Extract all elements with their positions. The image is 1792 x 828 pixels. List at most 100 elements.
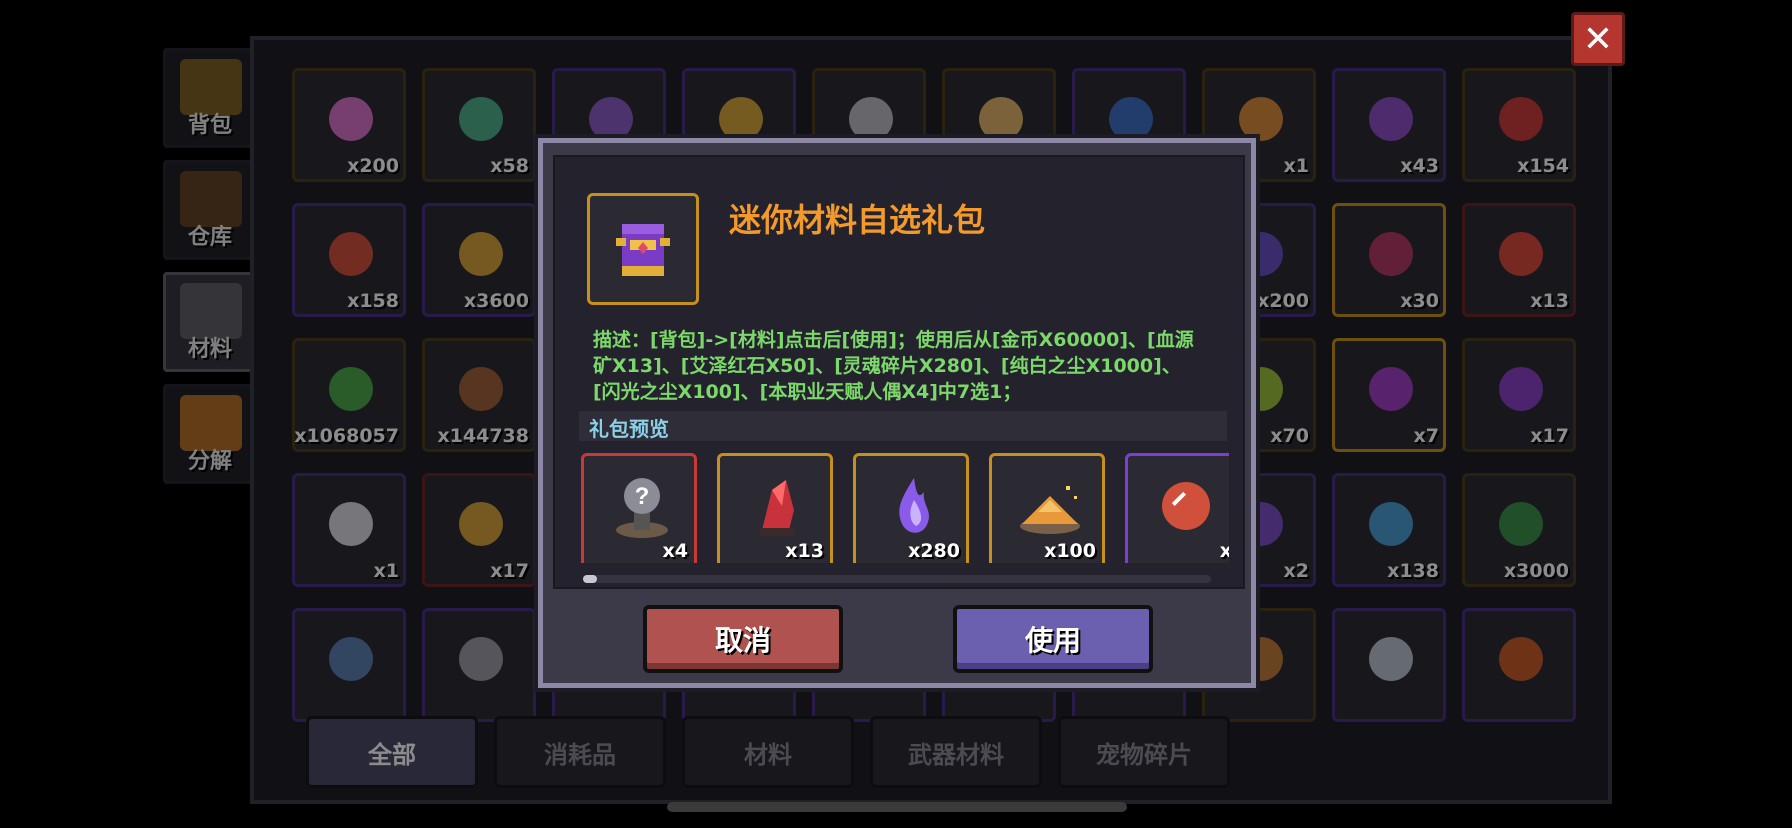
gift-pack-icon-frame <box>587 193 699 305</box>
green-slime-coin-icon <box>329 367 373 411</box>
close-button[interactable]: ✕ <box>1571 12 1625 66</box>
side-tab-bar: 背包 仓库 材料 分解 <box>163 48 263 496</box>
item-quantity: x2 <box>1283 560 1309 582</box>
green-house-coin-icon <box>1499 502 1543 546</box>
item-quantity: x17 <box>1530 425 1569 447</box>
filter-tab-4[interactable]: 宠物碎片 <box>1058 716 1230 788</box>
item-quantity: x3600 <box>463 290 529 312</box>
lantern-icon <box>1499 637 1543 681</box>
inventory-slot[interactable] <box>1332 608 1446 722</box>
leather-hide-icon <box>459 367 503 411</box>
filter-tab-3[interactable]: 武器材料 <box>870 716 1042 788</box>
blob-icon <box>1369 637 1413 681</box>
item-quantity: x200 <box>347 155 399 177</box>
blue-note-icon <box>1109 97 1153 141</box>
inventory-slot[interactable] <box>1462 608 1576 722</box>
item-quantity: x13 <box>1530 290 1569 312</box>
red-orb-icon <box>329 232 373 276</box>
preview-header: 礼包预览 <box>579 411 1227 441</box>
wand-icon <box>329 637 373 681</box>
item-quantity: x158 <box>347 290 399 312</box>
reward-slot[interactable]: ? x4 <box>581 453 697 563</box>
side-tab-label: 材料 <box>187 337 232 362</box>
item-quantity: x144738 <box>437 425 529 447</box>
inventory-slot[interactable]: x3600 <box>422 203 536 317</box>
inventory-slot[interactable]: x154 <box>1462 68 1576 182</box>
scrollbar-thumb[interactable] <box>583 575 597 583</box>
side-tab-label: 分解 <box>187 449 232 474</box>
reward-slot[interactable]: x280 <box>853 453 969 563</box>
side-tab-1[interactable]: 仓库 <box>163 160 257 260</box>
reward-quantity: x <box>1219 540 1229 562</box>
side-tab-0[interactable]: 背包 <box>163 48 257 148</box>
reward-preview-list[interactable]: ? x4 x13 x280 x100 x <box>581 447 1229 563</box>
inventory-slot[interactable]: x30 <box>1332 203 1446 317</box>
gold-coin-icon <box>719 97 763 141</box>
item-quantity: x70 <box>1270 425 1309 447</box>
inventory-slot[interactable]: x17 <box>422 473 536 587</box>
green-coin-icon <box>459 97 503 141</box>
item-quantity: x1 <box>373 560 399 582</box>
reward-slot[interactable]: x <box>1125 453 1229 563</box>
svg-text:?: ? <box>635 483 650 510</box>
inventory-slot[interactable]: x1 <box>292 473 406 587</box>
inventory-slot[interactable]: x43 <box>1332 68 1446 182</box>
talent-doll-icon: ? <box>616 478 668 538</box>
inventory-slot[interactable]: x138 <box>1332 473 1446 587</box>
key-icon <box>1239 97 1283 141</box>
filter-tab-0[interactable]: 全部 <box>306 716 478 788</box>
item-quantity: x3000 <box>1503 560 1569 582</box>
gift-book-icon <box>1499 367 1543 411</box>
item-quantity: x138 <box>1387 560 1439 582</box>
cancel-button[interactable]: 取消 <box>643 605 843 673</box>
reward-quantity: x13 <box>785 540 824 562</box>
blood-ore-icon <box>760 480 794 536</box>
red-orb-icon <box>1162 482 1210 530</box>
reward-quantity: x280 <box>908 540 960 562</box>
item-quantity: x200 <box>1257 290 1309 312</box>
item-quantity: x1 <box>1283 155 1309 177</box>
preview-label: 礼包预览 <box>589 417 669 441</box>
reward-quantity: x100 <box>1044 540 1096 562</box>
inventory-slot[interactable]: x1068057 <box>292 338 406 452</box>
inventory-slot[interactable]: x58 <box>422 68 536 182</box>
inventory-slot[interactable]: x158 <box>292 203 406 317</box>
inventory-slot[interactable]: x200 <box>292 68 406 182</box>
reward-quantity: x4 <box>662 540 688 562</box>
side-tab-2[interactable]: 材料 <box>163 272 257 372</box>
gift-pack-dialog: 迷你材料自选礼包 描述：[背包]->[材料]点击后[使用]；使用后从[金币X60… <box>538 138 1256 688</box>
inventory-slot[interactable] <box>422 608 536 722</box>
use-button[interactable]: 使用 <box>953 605 1153 673</box>
medal-icon <box>459 232 503 276</box>
inventory-slot[interactable]: x13 <box>1462 203 1576 317</box>
rainbow-leaf-icon <box>1369 502 1413 546</box>
inventory-slot[interactable]: x17 <box>1462 338 1576 452</box>
gold-trophy-icon <box>459 502 503 546</box>
inventory-slot[interactable]: x3000 <box>1462 473 1576 587</box>
filter-tab-2[interactable]: 材料 <box>682 716 854 788</box>
item-quantity: x7 <box>1413 425 1439 447</box>
goggles-icon <box>459 637 503 681</box>
item-quantity: x17 <box>490 560 529 582</box>
filter-tab-1[interactable]: 消耗品 <box>494 716 666 788</box>
home-indicator <box>667 802 1127 812</box>
dialog-description: 描述：[背包]->[材料]点击后[使用]；使用后从[金币X60000]、[血源矿… <box>593 329 1194 403</box>
inventory-slot[interactable]: x7 <box>1332 338 1446 452</box>
reward-slot[interactable]: x13 <box>717 453 833 563</box>
white-egg-icon <box>329 502 373 546</box>
inventory-slot[interactable]: x144738 <box>422 338 536 452</box>
inventory-slot[interactable] <box>292 608 406 722</box>
heart-icon <box>1499 232 1543 276</box>
item-quantity: x58 <box>490 155 529 177</box>
side-tab-3[interactable]: 分解 <box>163 384 257 484</box>
dialog-title: 迷你材料自选礼包 <box>729 201 986 239</box>
preview-scrollbar[interactable] <box>583 575 1211 583</box>
dialog-content: 迷你材料自选礼包 描述：[背包]->[材料]点击后[使用]；使用后从[金币X60… <box>553 155 1245 589</box>
shining-dust-icon <box>1020 486 1080 534</box>
purple-lock-icon <box>1369 97 1413 141</box>
reward-slot[interactable]: x100 <box>989 453 1105 563</box>
soul-flame-icon <box>899 478 929 533</box>
lightning-battery-icon <box>1369 367 1413 411</box>
sand-pile-icon <box>979 97 1023 141</box>
item-quantity: x154 <box>1517 155 1569 177</box>
